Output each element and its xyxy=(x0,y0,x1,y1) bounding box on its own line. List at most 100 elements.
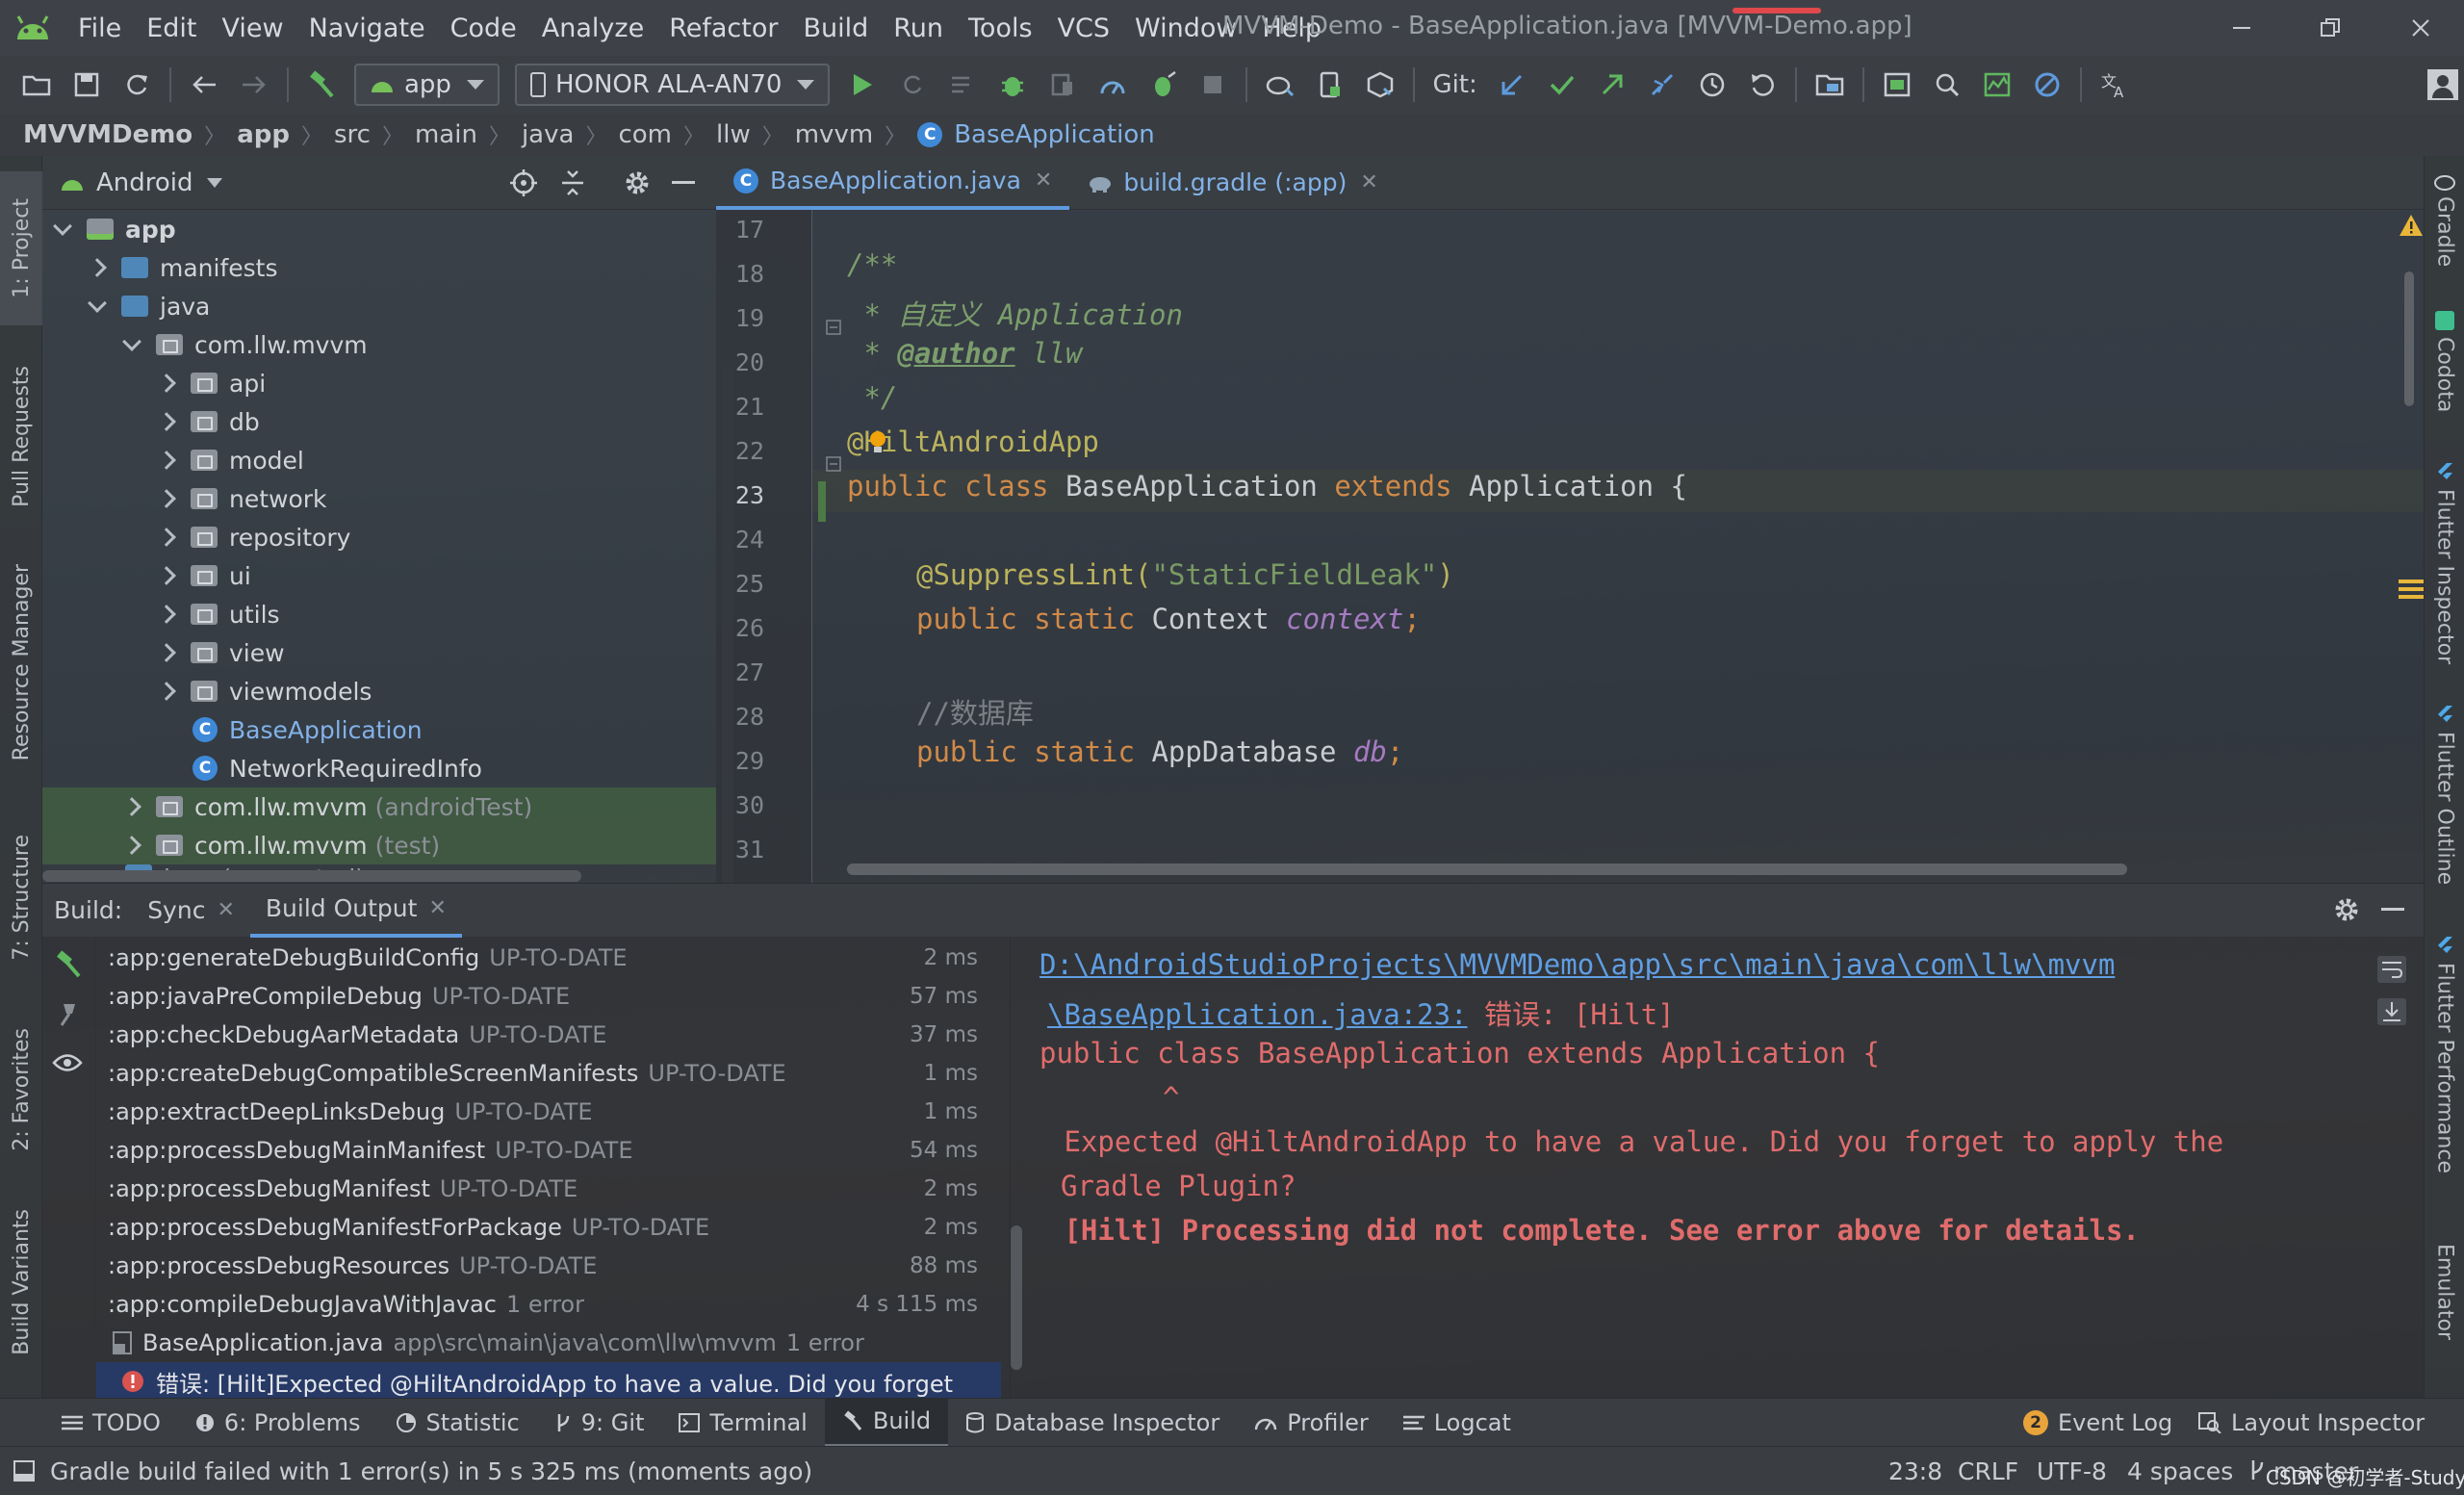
tool-tab-gradle[interactable]: Gradle xyxy=(2425,173,2464,267)
indent-setting[interactable]: 4 spaces xyxy=(2127,1457,2233,1485)
tree-item-network-required-info[interactable]: C NetworkRequiredInfo xyxy=(42,749,716,787)
tool-tab-emulator[interactable]: Emulator xyxy=(2425,1244,2464,1340)
status-message[interactable]: Gradle build failed with 1 error(s) in 5… xyxy=(50,1457,812,1485)
build-tab-build-output[interactable]: Build Output ✕ xyxy=(249,884,462,938)
history-clock-icon[interactable] xyxy=(1687,60,1737,110)
make-project-hammer-icon[interactable] xyxy=(296,60,346,110)
rerun-icon[interactable] xyxy=(887,60,937,110)
save-all-icon[interactable] xyxy=(62,60,112,110)
tree-item-utils[interactable]: utils xyxy=(42,595,716,633)
warning-icon[interactable] xyxy=(2399,214,2424,237)
breadcrumb-item[interactable]: com xyxy=(618,120,672,149)
tree-item-manifests[interactable]: manifests xyxy=(42,248,716,287)
minimize-button[interactable] xyxy=(2198,0,2285,56)
tool-tab-database-inspector[interactable]: Database Inspector xyxy=(948,1399,1237,1447)
tree-item-model[interactable]: model xyxy=(42,441,716,479)
tree-item-app[interactable]: app xyxy=(42,210,716,248)
hide-panel-icon[interactable] xyxy=(2381,908,2404,912)
tool-tab-event-log[interactable]: 2 Event Log xyxy=(2006,1399,2190,1447)
build-hammer-icon[interactable] xyxy=(54,950,83,979)
menu-tools[interactable]: Tools xyxy=(956,13,1045,43)
forward-arrow-icon[interactable] xyxy=(229,60,279,110)
terminal-window-icon[interactable] xyxy=(1872,60,1922,110)
breadcrumb-item[interactable]: main xyxy=(415,120,477,149)
tool-tab-flutter-inspector[interactable]: Flutter Inspector xyxy=(2425,462,2464,664)
scroll-to-end-icon[interactable] xyxy=(2377,998,2406,1025)
tree-item-package[interactable]: com.llw.mvvm xyxy=(42,325,716,364)
tree-item-base-application[interactable]: C BaseApplication xyxy=(42,710,716,749)
build-task-row[interactable]: :app:checkDebugAarMetadata UP-TO-DATE 37 m… xyxy=(96,1016,1001,1054)
tool-tab-codota[interactable]: Codota xyxy=(2425,310,2464,412)
build-task-row[interactable]: :app:generateDebugBuildConfig UP-TO-DATE 2… xyxy=(96,939,1001,977)
editor-tab-build-gradle[interactable]: build.gradle (:app) ✕ xyxy=(1069,156,1395,210)
run-config-select[interactable]: app xyxy=(354,64,500,106)
tool-tab-statistic[interactable]: Statistic xyxy=(378,1399,537,1447)
tool-tab-build-variants[interactable]: Build Variants xyxy=(0,1196,42,1369)
rollback-icon[interactable] xyxy=(1737,60,1787,110)
menu-run[interactable]: Run xyxy=(881,13,956,43)
build-task-row-failed[interactable]: :app:compileDebugJavaWithJavac 1 error 4 s… xyxy=(96,1285,1001,1324)
editor-tab-base-application[interactable]: C BaseApplication.java ✕ xyxy=(716,156,1070,210)
menu-view[interactable]: View xyxy=(209,13,295,43)
sdk-manager-icon[interactable] xyxy=(1355,60,1405,110)
stop-icon[interactable] xyxy=(1188,60,1238,110)
breadcrumb-item[interactable]: llw xyxy=(716,120,751,149)
build-tab-sync[interactable]: Sync ✕ xyxy=(132,884,250,938)
build-task-row[interactable]: :app:javaPreCompileDebug UP-TO-DATE 57 ms xyxy=(96,977,1001,1016)
run-icon[interactable] xyxy=(837,60,887,110)
breadcrumb-item[interactable]: src xyxy=(334,120,371,149)
eye-icon[interactable] xyxy=(52,1052,83,1073)
tree-item-java[interactable]: java xyxy=(42,287,716,325)
breadcrumb-item[interactable]: MVVMDemo xyxy=(23,120,192,149)
git-commit-icon[interactable] xyxy=(1537,60,1587,110)
fold-marker-icon[interactable] xyxy=(826,320,841,335)
tree-item-network[interactable]: network xyxy=(42,479,716,518)
build-task-row[interactable]: :app:processDebugResources UP-TO-DATE 88 m… xyxy=(96,1247,1001,1285)
build-error-row[interactable]: 错误: [Hilt]Expected @HiltAndroidApp to ha… xyxy=(96,1362,1001,1401)
menu-file[interactable]: File xyxy=(65,13,134,43)
tree-item-package-android-test[interactable]: com.llw.mvvm (androidTest) xyxy=(42,787,716,826)
console-error-path[interactable]: D:\AndroidStudioProjects\MVVMDemo\app\sr… xyxy=(1040,948,2115,981)
git-push-icon[interactable] xyxy=(1587,60,1637,110)
pin-icon[interactable] xyxy=(54,1000,81,1027)
tool-tab-profiler[interactable]: Profiler xyxy=(1237,1399,1386,1447)
line-separator[interactable]: CRLF xyxy=(1958,1457,2018,1485)
file-encoding[interactable]: UTF-8 xyxy=(2037,1457,2107,1485)
caret-position[interactable]: 23:8 xyxy=(1888,1457,1942,1485)
disable-icon[interactable] xyxy=(2022,60,2072,110)
tool-tab-favorites[interactable]: 2: Favorites xyxy=(0,1003,42,1176)
locate-target-icon[interactable] xyxy=(510,169,537,196)
editor-vertical-scrollbar[interactable] xyxy=(2404,271,2414,406)
tool-tab-build[interactable]: Build xyxy=(824,1398,949,1447)
build-task-row[interactable]: :app:extractDeepLinksDebug UP-TO-DATE 1 ms xyxy=(96,1093,1001,1131)
tree-item-ui[interactable]: ui xyxy=(42,556,716,595)
build-task-row[interactable]: :app:processDebugMainManifest UP-TO-DATE 5… xyxy=(96,1131,1001,1170)
collapse-all-icon[interactable] xyxy=(560,169,585,196)
fold-marker-icon[interactable] xyxy=(826,456,841,472)
tree-item-package-test[interactable]: com.llw.mvvm (test) xyxy=(42,826,716,864)
editor-horizontal-scrollbar[interactable] xyxy=(847,863,2127,875)
profile-icon[interactable] xyxy=(1088,60,1138,110)
build-file-row[interactable]: BaseApplication.java app\src\main\java\c… xyxy=(96,1324,1001,1362)
open-folder-icon[interactable] xyxy=(12,60,62,110)
back-arrow-icon[interactable] xyxy=(179,60,229,110)
gear-icon[interactable] xyxy=(2333,896,2360,923)
chevron-down-icon[interactable] xyxy=(206,177,222,188)
avd-manager-icon[interactable] xyxy=(1305,60,1355,110)
hide-panel-icon[interactable] xyxy=(672,181,695,185)
tool-tab-terminal[interactable]: Terminal xyxy=(661,1399,824,1447)
menu-vcs[interactable]: VCS xyxy=(1045,13,1122,43)
tool-tab-structure[interactable]: 7: Structure xyxy=(0,811,42,984)
tool-tab-layout-inspector[interactable]: Layout Inspector xyxy=(2181,1399,2442,1447)
menu-analyze[interactable]: Analyze xyxy=(529,13,656,43)
project-view-select[interactable]: Android xyxy=(96,168,193,197)
close-tab-icon[interactable]: ✕ xyxy=(1035,168,1052,193)
sync-icon[interactable] xyxy=(112,60,162,110)
tool-tab-problems[interactable]: 6: Problems xyxy=(178,1399,378,1447)
profiler-chart-icon[interactable] xyxy=(1972,60,2022,110)
soft-wrap-icon[interactable] xyxy=(2377,956,2406,983)
error-stripe-marker[interactable] xyxy=(2399,580,2424,583)
menu-build[interactable]: Build xyxy=(790,13,881,43)
tree-item-api[interactable]: api xyxy=(42,364,716,402)
apply-changes-icon[interactable] xyxy=(937,60,988,110)
